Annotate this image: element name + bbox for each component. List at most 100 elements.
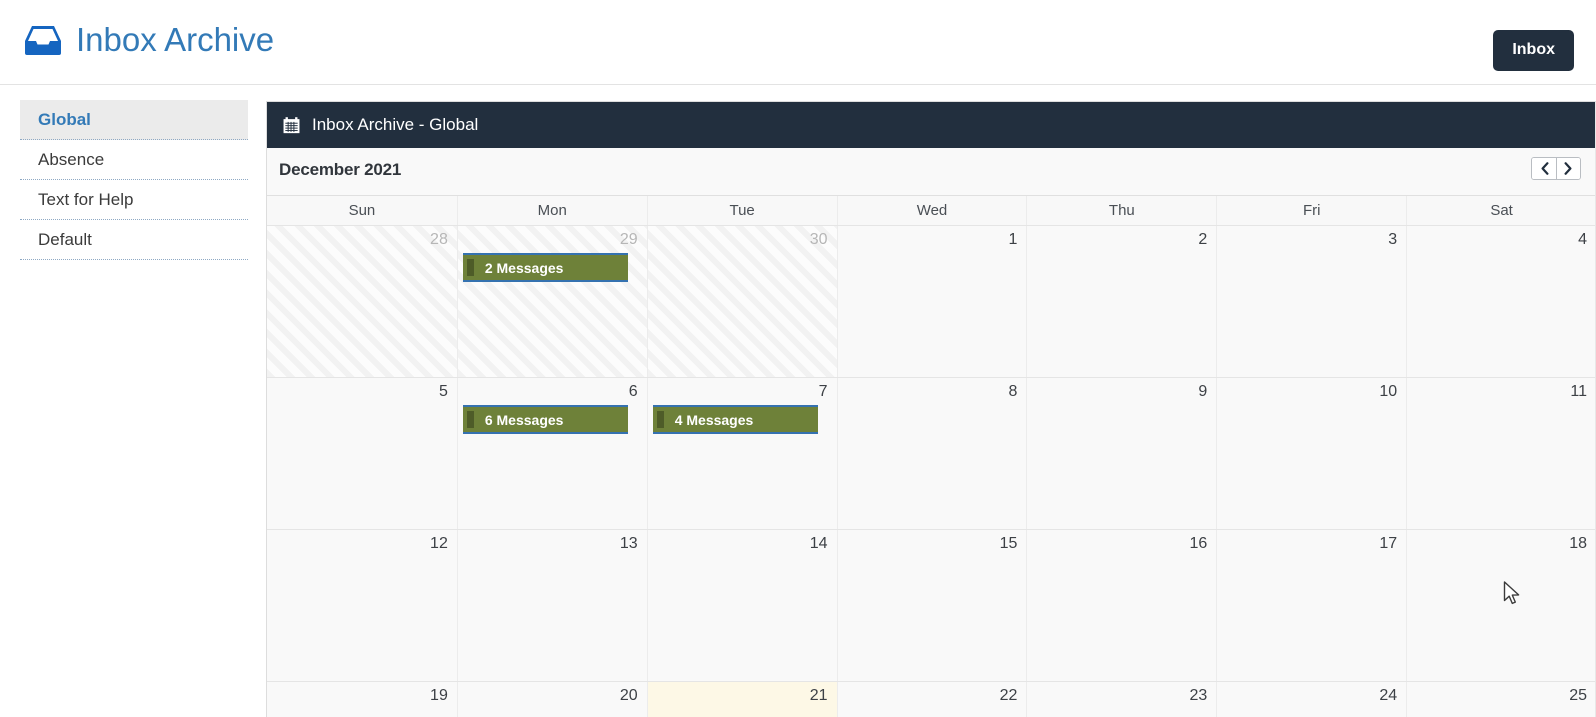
day-number: 23: [1189, 687, 1208, 704]
day-number: 17: [1379, 535, 1398, 552]
weekday-sat: Sat: [1406, 196, 1596, 225]
calendar-day-cell[interactable]: 19: [267, 682, 457, 717]
day-number: 6: [628, 383, 638, 400]
next-month-button[interactable]: [1556, 158, 1580, 179]
event-accent-bar: [656, 411, 664, 428]
day-number: 14: [809, 535, 828, 552]
day-number: 21: [809, 687, 828, 704]
calendar-day-cell[interactable]: 14: [646, 530, 837, 681]
calendar-toolbar: December 2021: [267, 148, 1596, 196]
day-events: 6 Messages: [462, 405, 628, 434]
calendar-day-cell[interactable]: 25: [1406, 682, 1596, 717]
event-accent-bar: [466, 259, 474, 276]
calendar-day-cell[interactable]: 18: [1406, 530, 1596, 681]
calendar-day-cell[interactable]: 17: [1216, 530, 1407, 681]
weekday-mon: Mon: [456, 196, 647, 225]
day-number: 13: [619, 535, 638, 552]
day-number: 4: [1578, 231, 1587, 248]
calendar-week-row: 28 29 2 Messages 30 1 2 3 4: [267, 226, 1596, 378]
inbox-icon: [24, 21, 62, 59]
calendar-day-cell[interactable]: 6 6 Messages: [456, 378, 647, 529]
weekday-sun: Sun: [348, 202, 376, 219]
sidebar-nav: Global Absence Text for Help Default: [20, 100, 248, 260]
sidebar-item-text-for-help[interactable]: Text for Help: [20, 180, 248, 220]
prev-month-button[interactable]: [1532, 158, 1556, 179]
sidebar-item-default[interactable]: Default: [20, 220, 248, 260]
calendar-day-cell[interactable]: 23: [1026, 682, 1217, 717]
calendar-day-cell[interactable]: 13: [456, 530, 647, 681]
calendar-day-cell[interactable]: 2: [1026, 226, 1217, 377]
day-number: 30: [809, 231, 828, 248]
calendar-day-cell[interactable]: 24: [1216, 682, 1407, 717]
brand-link[interactable]: Inbox Archive: [24, 20, 274, 60]
calendar-day-cell[interactable]: 8: [836, 378, 1027, 529]
weekday-thu: Thu: [1026, 196, 1216, 225]
event-accent-bar: [466, 411, 474, 428]
top-header-bar: Inbox Archive Inbox: [0, 0, 1596, 85]
event-label: 6 Messages: [484, 411, 564, 428]
calendar-day-cell[interactable]: 29 2 Messages: [456, 226, 647, 377]
day-number: 1: [1008, 231, 1018, 248]
calendar-day-cell[interactable]: 3: [1216, 226, 1407, 377]
calendar-week-row: 19 20 21 22 23 24 25: [267, 682, 1596, 717]
day-events: 2 Messages: [462, 253, 628, 282]
calendar-day-cell[interactable]: 22: [836, 682, 1027, 717]
day-number: 22: [999, 687, 1018, 704]
day-number: 2: [1198, 231, 1208, 248]
calendar-grid: 28 29 2 Messages 30 1 2 3 4 5 6 6 Messages 7 4 Messa…: [267, 226, 1596, 717]
month-nav-group: [1531, 157, 1581, 180]
day-number: 28: [430, 231, 448, 248]
calendar-event[interactable]: 6 Messages: [462, 405, 628, 434]
day-number: 5: [438, 383, 448, 400]
event-label: 2 Messages: [484, 259, 564, 276]
day-number: 20: [619, 687, 638, 704]
day-number: 8: [1008, 383, 1018, 400]
calendar-day-cell[interactable]: 12: [267, 530, 457, 681]
calendar-day-cell[interactable]: 10: [1216, 378, 1407, 529]
calendar-day-cell[interactable]: 9: [1026, 378, 1217, 529]
sidebar-item-label: Default: [38, 230, 92, 249]
calendar-day-cell[interactable]: 16: [1026, 530, 1217, 681]
weekday-wed: Wed: [836, 196, 1027, 225]
calendar-panel: Inbox Archive - Global December 2021 Sun: [266, 101, 1596, 717]
sidebar-item-absence[interactable]: Absence: [20, 140, 248, 180]
weekday-tue: Tue: [646, 196, 837, 225]
calendar-day-cell[interactable]: 5: [267, 378, 457, 529]
month-label: December 2021: [279, 160, 402, 179]
calendar-day-cell[interactable]: 21: [646, 682, 837, 717]
day-number: 7: [818, 383, 828, 400]
day-number: 10: [1379, 383, 1398, 400]
day-number: 15: [999, 535, 1018, 552]
inbox-button[interactable]: Inbox: [1493, 30, 1574, 71]
calendar-day-cell[interactable]: 30: [646, 226, 837, 377]
calendar-week-row: 5 6 6 Messages 7 4 Messages 8 9 10 11: [267, 378, 1596, 530]
day-number: 19: [430, 687, 448, 704]
sidebar-item-label: Global: [38, 110, 91, 129]
day-number: 18: [1569, 535, 1587, 552]
day-number: 11: [1570, 383, 1587, 400]
calendar-day-cell[interactable]: 28: [267, 226, 457, 377]
calendar-event[interactable]: 2 Messages: [462, 253, 628, 282]
day-number: 25: [1569, 687, 1587, 704]
sidebar-item-global[interactable]: Global: [20, 100, 248, 140]
day-number: 12: [430, 535, 448, 552]
day-events: 4 Messages: [652, 405, 818, 434]
calendar-day-cell[interactable]: 7 4 Messages: [646, 378, 837, 529]
weekday-fri: Fri: [1216, 196, 1406, 225]
day-number: 3: [1388, 231, 1398, 248]
sidebar-item-label: Absence: [38, 150, 105, 169]
day-number: 24: [1379, 687, 1398, 704]
panel-header: Inbox Archive - Global: [267, 102, 1596, 148]
page-title: Inbox Archive: [76, 21, 275, 58]
calendar-week-row: 12 13 14 15 16 17 18: [267, 530, 1596, 682]
day-number: 29: [619, 231, 638, 248]
calendar-icon: [283, 116, 300, 134]
calendar-event[interactable]: 4 Messages: [652, 405, 818, 434]
app-root: Inbox Archive Inbox Global Absence Text …: [0, 0, 1596, 717]
calendar-day-cell[interactable]: 15: [836, 530, 1027, 681]
calendar-day-cell[interactable]: 20: [456, 682, 647, 717]
panel-title: Inbox Archive - Global: [312, 115, 479, 134]
calendar-day-cell[interactable]: 4: [1406, 226, 1596, 377]
calendar-day-cell[interactable]: 1: [836, 226, 1027, 377]
calendar-day-cell[interactable]: 11: [1406, 378, 1596, 529]
